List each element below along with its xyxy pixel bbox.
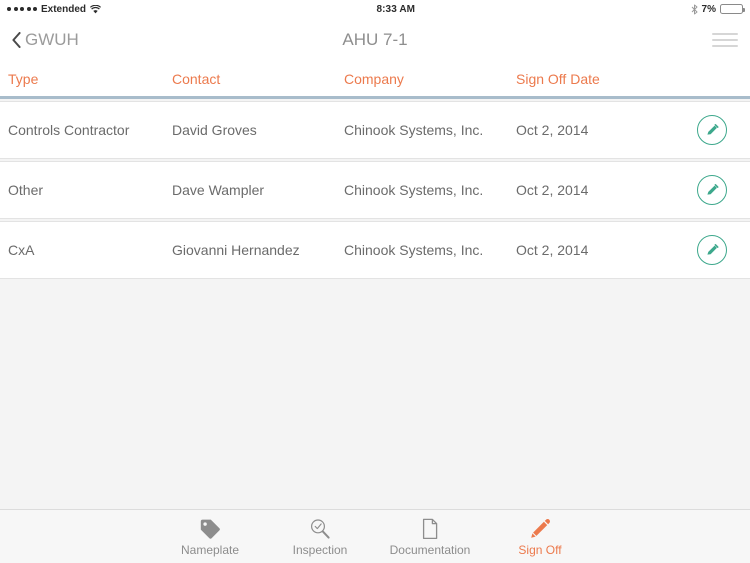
chevron-left-icon [12,31,21,48]
tab-label-nameplate: Nameplate [180,543,240,557]
edit-pencil-icon[interactable] [697,175,727,205]
sign-off-list: Controls Contractor David Groves Chinook… [0,99,750,281]
cell-action [688,235,750,265]
cell-company: Chinook Systems, Inc. [344,182,484,198]
edit-pencil-icon[interactable] [697,235,727,265]
cell-type: CxA [8,242,35,258]
magnifier-check-icon [309,516,331,540]
status-bar-clock: 8:33 AM [376,3,416,15]
table-row[interactable]: Controls Contractor David Groves Chinook… [0,101,750,159]
tab-documentation[interactable]: Documentation [388,510,472,563]
tab-label-documentation: Documentation [389,543,471,557]
cell-contact: Giovanni Hernandez [172,242,300,258]
cell-company: Chinook Systems, Inc. [344,242,484,258]
battery-icon [720,4,745,14]
carrier-label: Extended [41,3,87,15]
column-header-sign-off-date[interactable]: Sign Off Date [516,71,688,87]
table-header-row: Type Contact Company Sign Off Date [0,61,750,96]
column-header-type[interactable]: Type [0,71,172,87]
tab-label-inspection: Inspection [292,543,348,557]
tab-nameplate[interactable]: Nameplate [168,510,252,563]
cell-company: Chinook Systems, Inc. [344,122,484,138]
cell-contact: David Groves [172,122,257,138]
empty-list-area [0,281,750,509]
tab-label-sign-off: Sign Off [518,543,562,557]
status-bar-right: 7% [691,3,745,15]
battery-percent-label: 7% [701,3,716,15]
cell-action [688,115,750,145]
table-row[interactable]: CxA Giovanni Hernandez Chinook Systems, … [0,221,750,279]
hamburger-line [712,44,738,47]
bluetooth-icon [691,4,698,15]
back-button[interactable]: GWUH [12,30,79,50]
bottom-tab-bar: Nameplate Inspection Documentation Sign … [0,509,750,563]
cell-contact: Dave Wampler [172,182,265,198]
edit-pencil-icon[interactable] [697,115,727,145]
back-button-label: GWUH [25,29,79,49]
column-header-company[interactable]: Company [344,71,516,87]
cell-sign-off-date: Oct 2, 2014 [516,122,589,138]
tab-inspection[interactable]: Inspection [278,510,362,563]
pen-icon [529,516,551,540]
cell-action [688,175,750,205]
app-screen: Extended 8:33 AM 7% GWUH AHU 7-1 Type Co… [0,0,750,563]
tag-icon [199,516,221,540]
navigation-bar: GWUH AHU 7-1 [0,18,750,61]
wifi-icon [90,4,102,14]
status-bar: Extended 8:33 AM 7% [0,0,750,18]
cell-sign-off-date: Oct 2, 2014 [516,242,589,258]
cell-type: Other [8,182,44,198]
cell-type: Controls Contractor [8,122,130,138]
column-header-contact[interactable]: Contact [172,71,344,87]
page-title: AHU 7-1 [342,29,408,49]
cell-sign-off-date: Oct 2, 2014 [516,182,589,198]
tab-sign-off[interactable]: Sign Off [498,510,582,563]
hamburger-line [712,32,738,35]
status-bar-left: Extended [7,3,102,15]
signal-strength-icon [7,7,37,11]
hamburger-line [712,38,738,41]
document-page-icon [419,516,441,540]
table-row[interactable]: Other Dave Wampler Chinook Systems, Inc.… [0,161,750,219]
hamburger-menu-icon[interactable] [712,32,738,47]
